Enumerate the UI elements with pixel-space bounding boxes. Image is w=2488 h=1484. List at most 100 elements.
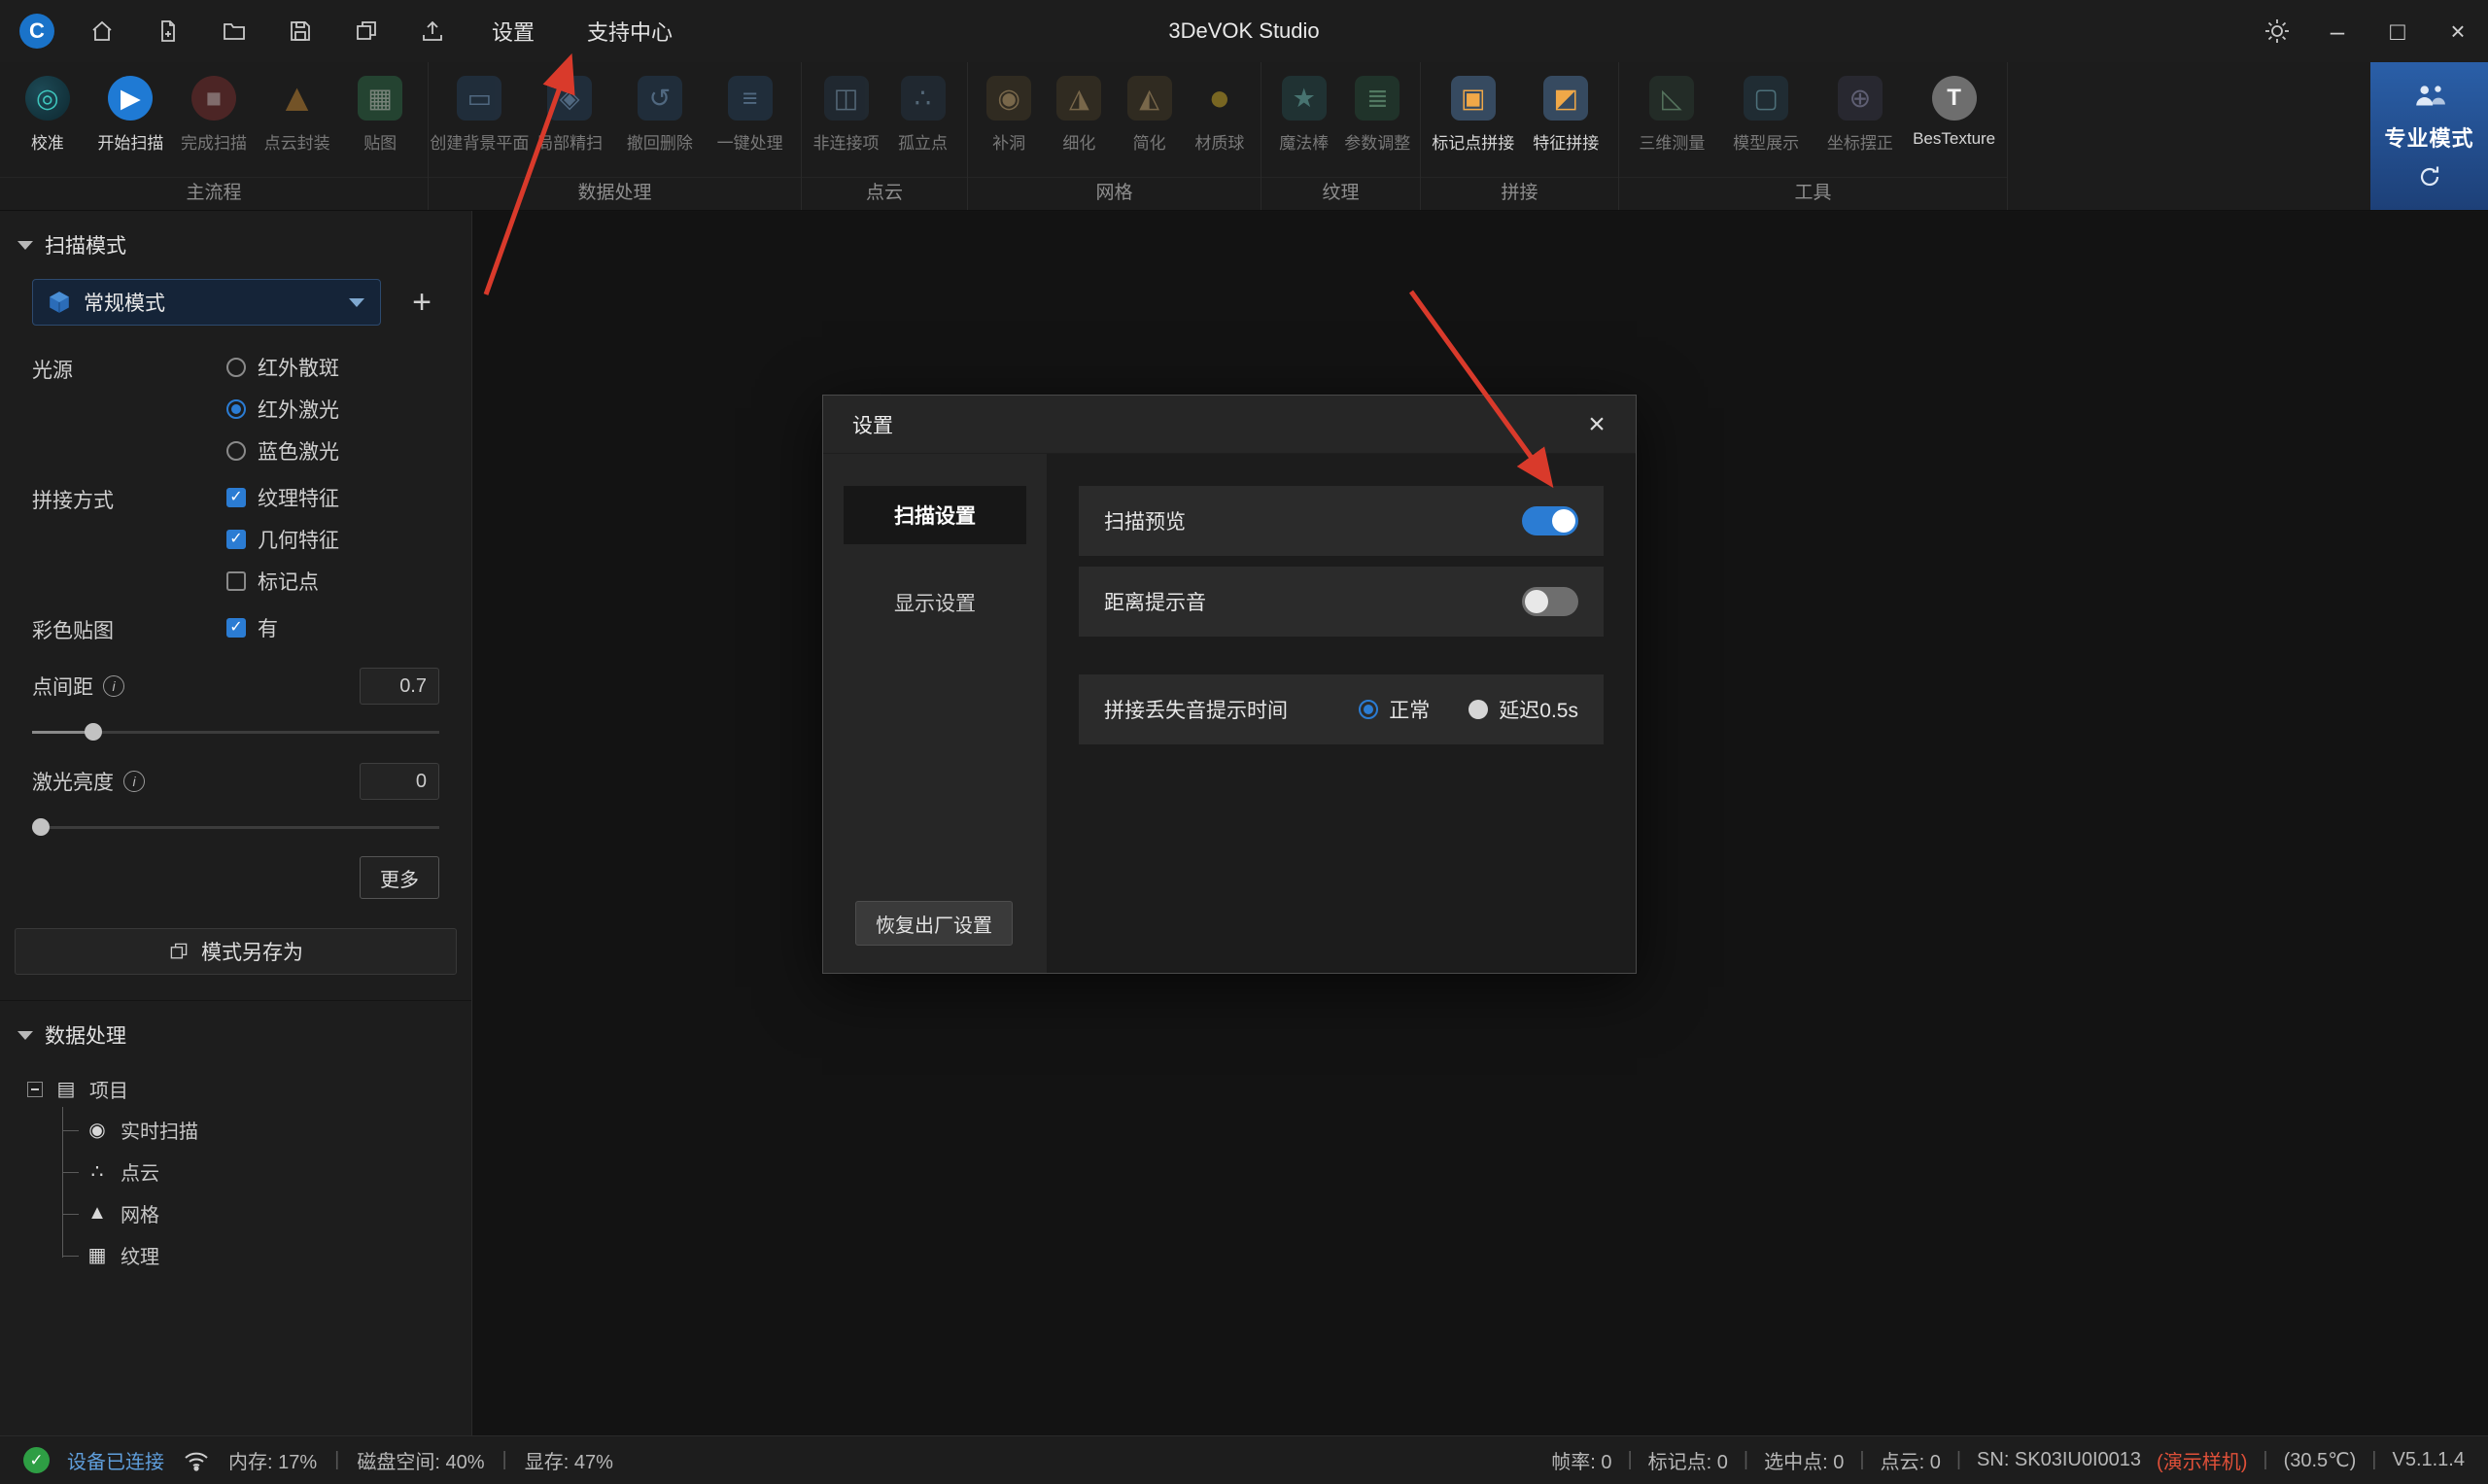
disk-metric: 磁盘空间: 40% — [357, 1446, 484, 1474]
texture-map-icon: ▦ — [358, 76, 402, 121]
ribbon-item-simplify[interactable]: ◭ 简化 — [1115, 68, 1185, 177]
open-project-icon[interactable] — [216, 13, 253, 50]
texture-icon: ▦ — [86, 1243, 109, 1267]
memory-metric: 内存: 17% — [228, 1446, 317, 1474]
data-processing-section-header[interactable]: 数据处理 — [0, 1001, 471, 1065]
tree-node-mesh[interactable]: ▲ 网格 — [62, 1192, 471, 1234]
pointcloud-count: 点云: 0 — [1881, 1446, 1941, 1474]
radio-delay[interactable]: 延迟0.5s — [1469, 695, 1578, 724]
ribbon-item-refine[interactable]: ◮ 细化 — [1044, 68, 1114, 177]
laser-brightness-slider[interactable] — [32, 817, 439, 837]
scan-mode-section-header[interactable]: 扫描模式 — [0, 211, 471, 275]
slider-knob[interactable] — [32, 818, 50, 836]
ribbon-item-undo-delete[interactable]: ↺ 撤回删除 — [615, 68, 706, 177]
scan-mode-select[interactable]: 常规模式 — [32, 279, 381, 326]
radio-normal[interactable]: 正常 — [1359, 695, 1430, 724]
ribbon-item-isolated-points[interactable]: ∴ 孤立点 — [884, 68, 961, 177]
add-mode-button[interactable]: + — [400, 281, 443, 324]
row-stitch-lost: 拼接丢失音提示时间 正常 延迟0.5s — [1079, 674, 1604, 744]
ribbon-item-bestexture[interactable]: T BesTexture — [1907, 68, 2001, 177]
ribbon-item-parameter-adjust[interactable]: ≣ 参数调整 — [1341, 68, 1415, 177]
checkbox-texture-feature[interactable]: 纹理特征 — [226, 483, 339, 512]
more-button[interactable]: 更多 — [360, 856, 439, 899]
slider-knob[interactable] — [85, 723, 102, 741]
statusbar: 设备已连接 内存: 17% | 磁盘空间: 40% | 显存: 47% 帧率: … — [0, 1435, 2488, 1484]
gear-icon[interactable] — [2247, 0, 2307, 62]
bestexture-icon: T — [1932, 76, 1977, 121]
ribbon-item-model-display[interactable]: ▢ 模型展示 — [1719, 68, 1814, 177]
ribbon-group-mesh: ◉ 补洞 ◮ 细化 ◭ 简化 ● 材质球 网格 — [968, 62, 1261, 210]
info-icon[interactable] — [103, 675, 124, 697]
menu-settings[interactable]: 设置 — [480, 16, 546, 47]
tab-display-settings[interactable]: 显示设置 — [844, 573, 1026, 632]
tree-node-texture[interactable]: ▦ 纹理 — [62, 1234, 471, 1276]
light-source-label: 光源 — [32, 353, 226, 384]
ribbon-item-local-fine-scan[interactable]: ◈ 局部精扫 — [525, 68, 615, 177]
ribbon-item-coordinate-align[interactable]: ⊕ 坐标摆正 — [1814, 68, 1908, 177]
radio-infrared-laser[interactable]: 红外激光 — [226, 395, 339, 424]
point-spacing-label: 点间距 — [32, 672, 93, 701]
disconnected-items-icon: ◫ — [824, 76, 869, 121]
settings-dialog: 设置 × 扫描设置 显示设置 恢复出厂设置 扫描预览 距离提示音 拼接丢失音提示… — [822, 395, 1637, 974]
home-icon[interactable] — [84, 13, 121, 50]
pro-mode-panel[interactable]: 专业模式 — [2370, 62, 2488, 210]
tree-node-realtime-scan[interactable]: ◉ 实时扫描 — [62, 1109, 471, 1151]
row-scan-preview: 扫描预览 — [1079, 486, 1604, 556]
close-button[interactable]: × — [2428, 0, 2488, 62]
refine-icon: ◮ — [1056, 76, 1101, 121]
save-icon[interactable] — [282, 13, 319, 50]
ribbon-item-disconnected-items[interactable]: ◫ 非连接项 — [808, 68, 884, 177]
ribbon-item-marker-stitch[interactable]: ▣ 标记点拼接 — [1427, 68, 1520, 177]
start-scan-icon: ▶ — [108, 76, 153, 121]
dialog-content: 扫描预览 距离提示音 拼接丢失音提示时间 正常 — [1047, 454, 1636, 973]
temperature: (30.5℃) — [2284, 1448, 2357, 1472]
minimize-button[interactable]: – — [2307, 0, 2367, 62]
factory-reset-button[interactable]: 恢复出厂设置 — [855, 901, 1013, 946]
ribbon-item-calibrate[interactable]: ◎ 校准 — [6, 68, 89, 177]
checkbox-geometry-feature[interactable]: 几何特征 — [226, 525, 339, 554]
ribbon-group-stitch: ▣ 标记点拼接 ◩ 特征拼接 拼接 — [1421, 62, 1619, 210]
ribbon-item-measure-3d[interactable]: ◺ 三维测量 — [1625, 68, 1719, 177]
chevron-down-icon — [17, 241, 33, 250]
new-project-icon[interactable] — [150, 13, 187, 50]
mesh-icon: ▲ — [86, 1202, 109, 1225]
checkbox-color-map[interactable]: 有 — [226, 613, 278, 642]
export-icon[interactable] — [414, 13, 451, 50]
magic-wand-icon: ★ — [1282, 76, 1327, 121]
point-spacing-slider[interactable] — [32, 722, 439, 742]
ribbon-item-texture-map[interactable]: ▦ 贴图 — [338, 68, 422, 177]
tree-node-project[interactable]: ▤ 项目 — [27, 1071, 471, 1107]
menu-support-center[interactable]: 支持中心 — [575, 16, 684, 47]
point-spacing-value[interactable]: 0.7 — [360, 668, 439, 705]
ribbon-item-one-click-process[interactable]: ≡ 一键处理 — [705, 68, 795, 177]
tab-scan-settings[interactable]: 扫描设置 — [844, 486, 1026, 544]
version: V5.1.1.4 — [2392, 1449, 2465, 1471]
ribbon-item-feature-stitch[interactable]: ◩ 特征拼接 — [1520, 68, 1613, 177]
ribbon-item-material-ball[interactable]: ● 材质球 — [1185, 68, 1255, 177]
radio-infrared-speckle[interactable]: 红外散斑 — [226, 353, 339, 382]
tree-node-pointcloud[interactable]: ∴ 点云 — [62, 1151, 471, 1192]
project-tree: ▤ 项目 ◉ 实时扫描 ∴ 点云 ▲ 网格 — [0, 1065, 471, 1276]
save-mode-as-button[interactable]: 模式另存为 — [15, 928, 457, 975]
ribbon-item-start-scan[interactable]: ▶ 开始扫描 — [89, 68, 173, 177]
ribbon-item-finish-scan[interactable]: ■ 完成扫描 — [172, 68, 256, 177]
collapse-icon[interactable] — [27, 1082, 43, 1097]
color-map-label: 彩色贴图 — [32, 613, 226, 644]
info-icon[interactable] — [123, 771, 145, 792]
scan-preview-toggle[interactable] — [1522, 506, 1578, 535]
laser-brightness-value[interactable]: 0 — [360, 763, 439, 800]
save-as-icon[interactable] — [348, 13, 385, 50]
ribbon-item-magic-wand[interactable]: ★ 魔法棒 — [1267, 68, 1341, 177]
ribbon-item-create-background-plane[interactable]: ▭ 创建背景平面 — [434, 68, 525, 177]
dialog-close-button[interactable]: × — [1575, 403, 1618, 446]
checkbox-marker-points[interactable]: 标记点 — [226, 567, 339, 596]
dialog-tab-column: 扫描设置 显示设置 恢复出厂设置 — [823, 454, 1047, 973]
material-ball-icon: ● — [1197, 76, 1242, 121]
ribbon-item-fill-holes[interactable]: ◉ 补洞 — [974, 68, 1044, 177]
maximize-button[interactable]: □ — [2367, 0, 2428, 62]
ribbon-item-pointcloud-wrap[interactable]: ▲ 点云封装 — [256, 68, 339, 177]
radio-blue-laser[interactable]: 蓝色激光 — [226, 436, 339, 466]
distance-beep-toggle[interactable] — [1522, 587, 1578, 616]
ribbon-group-data-processing: ▭ 创建背景平面 ◈ 局部精扫 ↺ 撤回删除 ≡ 一键处理 数据处理 — [429, 62, 802, 210]
users-icon — [2412, 83, 2447, 110]
